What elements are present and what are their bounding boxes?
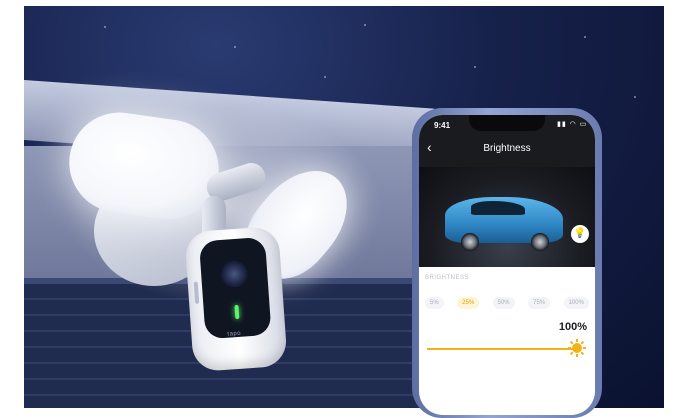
car-window bbox=[471, 201, 525, 215]
light-bulb-icon[interactable]: 💡 bbox=[571, 225, 589, 243]
brightness-option-5[interactable]: 5% bbox=[425, 297, 444, 309]
app-header: 9:41 ▮▮ ◠ ▭ ‹ Brightness bbox=[419, 115, 595, 167]
page-title: Brightness bbox=[483, 143, 531, 154]
status-icons: ▮▮ ◠ ▭ bbox=[557, 121, 588, 128]
brightness-option-100[interactable]: 100% bbox=[563, 297, 589, 309]
sun-icon[interactable] bbox=[568, 339, 586, 357]
camera-preview: 💡 bbox=[419, 167, 595, 267]
car-wheel bbox=[461, 233, 479, 251]
brightness-option-75[interactable]: 75% bbox=[528, 297, 551, 309]
brightness-options: 5% 25% 50% 75% 100% bbox=[425, 297, 589, 309]
camera-side-button bbox=[193, 281, 200, 304]
brightness-option-50[interactable]: 50% bbox=[492, 297, 515, 309]
car-wheel bbox=[531, 233, 549, 251]
camera-lens bbox=[220, 260, 249, 288]
section-label: BRIGHTNESS bbox=[425, 275, 470, 281]
brightness-value: 100% bbox=[558, 321, 587, 333]
phone-screen: 9:41 ▮▮ ◠ ▭ ‹ Brightness 💡 BRIGHTNESS 5%… bbox=[419, 115, 595, 415]
brightness-slider-fill bbox=[427, 348, 577, 350]
camera-brand-logo: tapo bbox=[227, 330, 242, 338]
slider-thumb bbox=[572, 343, 582, 353]
camera-face: tapo bbox=[198, 236, 272, 340]
brightness-slider-track[interactable] bbox=[427, 348, 577, 350]
brightness-option-25[interactable]: 25% bbox=[457, 297, 480, 309]
security-camera: tapo bbox=[184, 225, 288, 373]
status-time: 9:41 bbox=[434, 121, 451, 130]
phone-notch bbox=[469, 115, 545, 131]
status-led bbox=[234, 304, 240, 320]
